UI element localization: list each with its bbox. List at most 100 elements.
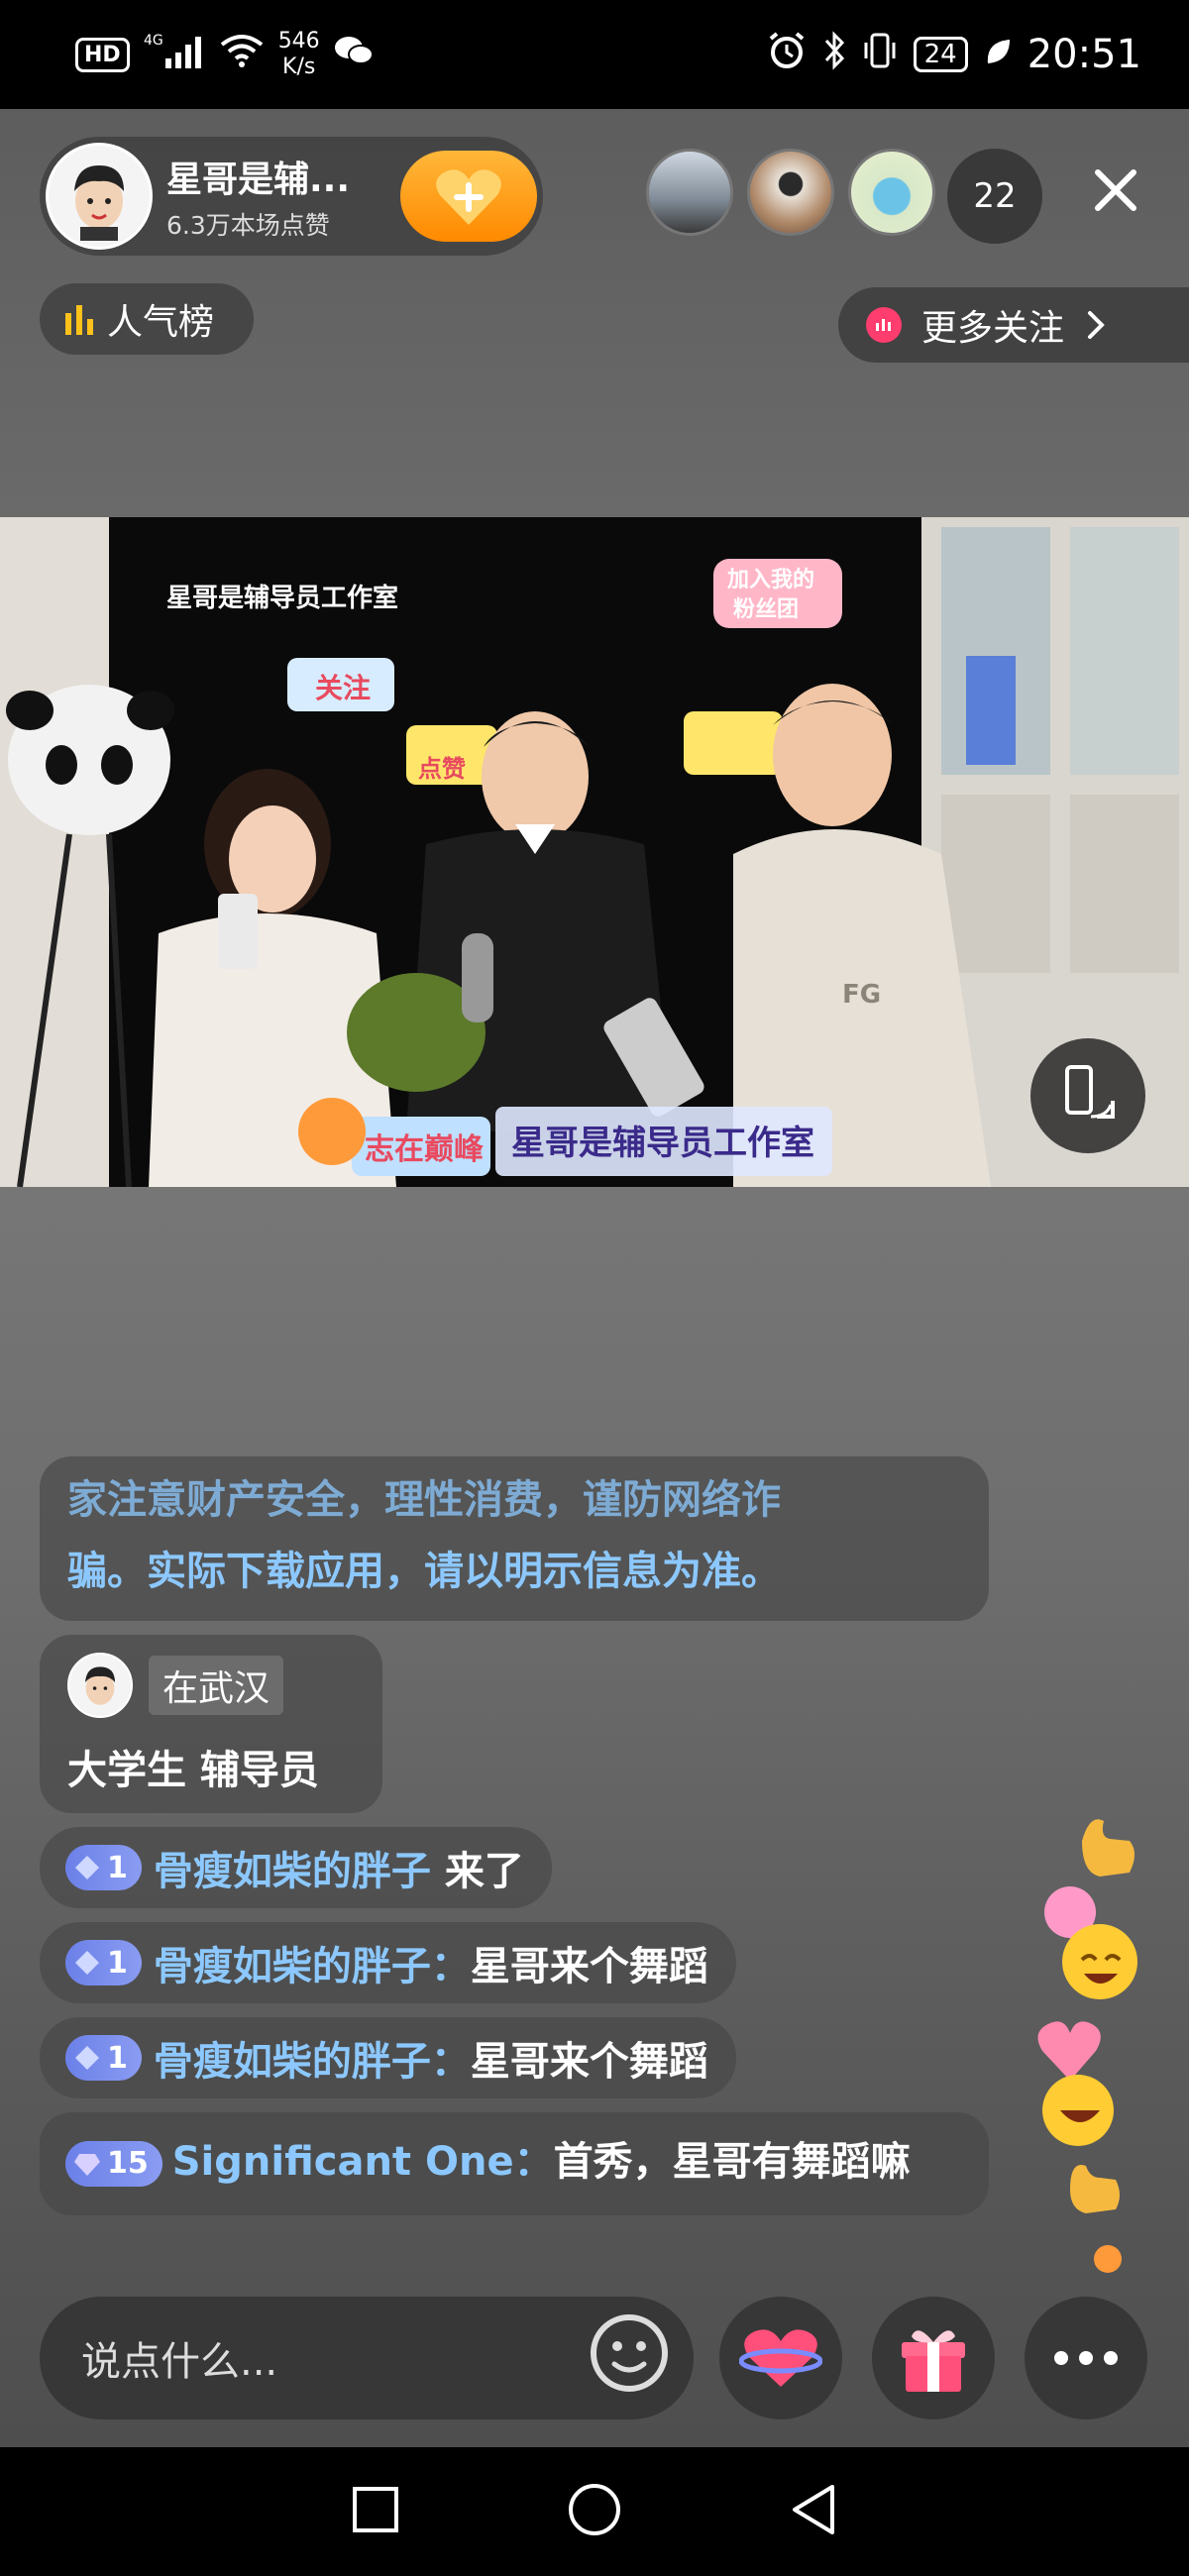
level-badge: 1 — [65, 1845, 142, 1890]
gift-icon — [902, 2330, 965, 2392]
status-left: HD 4G 546 K/s — [75, 29, 374, 80]
svg-text:星哥是辅导员工作室: 星哥是辅导员工作室 — [511, 1124, 814, 1163]
emoji-icon[interactable] — [589, 2312, 670, 2404]
chat-message-row: 1 骨瘦如柴的胖子 来了 — [40, 1813, 1030, 1908]
popularity-rank-button[interactable]: 人气榜 — [40, 283, 254, 355]
profile-bio: 大学生 辅导员 — [67, 1748, 319, 1793]
more-follow-button[interactable]: 更多关注 — [838, 287, 1189, 363]
more-icon — [1054, 2351, 1118, 2365]
heart-planet-icon — [739, 2329, 822, 2387]
net-speed-value: 546 — [277, 29, 320, 54]
chat-text: 首秀，星哥有舞蹈嘛 — [553, 2139, 911, 2185]
svg-text:关注: 关注 — [315, 672, 371, 704]
viewer-avatar[interactable] — [646, 149, 733, 236]
level-number: 1 — [107, 1850, 128, 1885]
streamer-profile-bubble[interactable]: 在武汉 大学生 辅导员 — [40, 1635, 382, 1813]
net-speed: 546 K/s — [278, 29, 320, 80]
rotate-screen-icon — [1065, 1065, 1115, 1119]
gift-button[interactable] — [872, 2297, 995, 2419]
net-speed-unit: K/s — [282, 54, 316, 79]
more-follow-label: 更多关注 — [921, 308, 1065, 349]
level-number: 15 — [107, 2146, 149, 2181]
streamer-avatar[interactable] — [46, 143, 153, 250]
live-dot-icon — [866, 307, 902, 343]
chat-message[interactable]: 1 骨瘦如柴的胖子：星哥来个舞蹈 — [40, 2017, 736, 2098]
heart-bubble-icon — [1094, 2245, 1122, 2273]
svg-text:加入我的: 加入我的 — [726, 567, 814, 592]
level-badge: 1 — [65, 1940, 142, 1986]
level-badge: 1 — [65, 2035, 142, 2081]
streamer-name: 星哥是辅... — [166, 160, 351, 200]
heart-plus-icon — [436, 169, 501, 225]
level-number: 1 — [107, 2040, 128, 2076]
status-bar: HD 4G 546 K/s 24 20:51 — [0, 0, 1189, 109]
video-frame: 星哥是辅导员工作室 关注 点赞 加入我的 粉丝团 FG 星哥是辅导员工作室 志在… — [0, 517, 1189, 1187]
location-tag: 在武汉 — [149, 1656, 284, 1715]
notice-line: 骗。实际下载应用，请以明示信息为准。 — [67, 1549, 781, 1594]
level-badge: 15 — [65, 2141, 162, 2187]
svg-text:FG: FG — [842, 980, 881, 1010]
signal-icon: 4G — [144, 31, 205, 79]
viewer-count[interactable]: 22 — [947, 149, 1042, 244]
streamer-card[interactable]: 星哥是辅... 6.3万本场点赞 — [40, 137, 543, 256]
viewer-avatar[interactable] — [747, 149, 834, 236]
chat-username[interactable]: 骨瘦如柴的胖子 — [154, 1944, 431, 1989]
chat-text: 来了 — [444, 1849, 524, 1894]
chat-username[interactable]: 骨瘦如柴的胖子 — [154, 2039, 431, 2085]
chat-separator — [431, 1849, 445, 1894]
streamer-info: 星哥是辅... 6.3万本场点赞 — [166, 151, 400, 242]
alarm-icon — [767, 31, 807, 79]
back-nav-icon[interactable] — [789, 2483, 838, 2540]
rank-label: 人气榜 — [107, 302, 215, 343]
rotate-screen-button[interactable] — [1030, 1038, 1145, 1153]
chat-username[interactable]: 骨瘦如柴的胖子 — [154, 1849, 431, 1894]
bar-chart-icon — [65, 305, 93, 335]
bluetooth-icon — [822, 30, 846, 79]
square-nav-icon[interactable] — [351, 2485, 400, 2538]
svg-text:星哥是辅导员工作室: 星哥是辅导员工作室 — [166, 583, 398, 613]
comment-input[interactable]: 说点什么... — [40, 2297, 694, 2419]
system-nav-bar — [0, 2447, 1189, 2576]
close-button[interactable] — [1084, 159, 1147, 222]
diamond-icon — [75, 2046, 99, 2070]
clock: 20:51 — [1027, 32, 1141, 77]
laughing-emoji-icon — [1062, 1924, 1137, 1999]
chat-message-row: 1 骨瘦如柴的胖子：星哥来个舞蹈 — [40, 1908, 1030, 2003]
diamond-icon — [75, 1951, 99, 1975]
svg-text:志在巅峰: 志在巅峰 — [365, 1132, 484, 1167]
chat-list[interactable]: 家注意财产安全，理性消费，谨防网络诈 骗。实际下载应用，请以明示信息为准。 在武… — [40, 1456, 1030, 2215]
status-right: 24 20:51 — [767, 30, 1141, 79]
wechat-icon — [334, 33, 374, 76]
wifi-icon — [219, 33, 265, 77]
live-video[interactable]: 星哥是辅导员工作室 关注 点赞 加入我的 粉丝团 FG 星哥是辅导员工作室 志在… — [0, 517, 1189, 1187]
chat-separator: ： — [430, 1944, 471, 1989]
comment-placeholder: 说点什么... — [81, 2339, 278, 2385]
diamond-icon — [75, 1856, 99, 1879]
follow-heart-button[interactable] — [400, 151, 537, 242]
viewer-avatar[interactable] — [848, 149, 935, 236]
thumbs-up-icon — [1070, 2165, 1120, 2213]
hd-badge-icon: HD — [75, 37, 130, 72]
system-notice: 家注意财产安全，理性消费，谨防网络诈 骗。实际下载应用，请以明示信息为准。 — [40, 1456, 989, 1621]
close-icon — [1095, 169, 1136, 211]
chat-separator: ： — [513, 2139, 554, 2185]
chat-message[interactable]: 1 骨瘦如柴的胖子 来了 — [40, 1827, 552, 1908]
svg-text:4G: 4G — [144, 33, 163, 49]
profile-avatar[interactable] — [67, 1653, 133, 1718]
svg-text:粉丝团: 粉丝团 — [733, 596, 799, 622]
chat-text: 星哥来个舞蹈 — [470, 2039, 708, 2085]
chat-text: 星哥来个舞蹈 — [470, 1944, 708, 1989]
notice-line: 家注意财产安全，理性消费，谨防网络诈 — [67, 1477, 781, 1523]
gem-icon — [74, 2154, 100, 2176]
floating-reactions — [1030, 1813, 1149, 2279]
more-button[interactable] — [1025, 2297, 1147, 2419]
heart-icon — [1037, 2021, 1101, 2081]
like-button[interactable] — [719, 2297, 842, 2419]
chat-message[interactable]: 15 Significant One：首秀，星哥有舞蹈嘛 — [40, 2112, 989, 2215]
thumbs-up-icon — [1082, 1819, 1135, 1877]
chat-username[interactable]: Significant One — [172, 2139, 514, 2185]
chat-message[interactable]: 1 骨瘦如柴的胖子：星哥来个舞蹈 — [40, 1922, 736, 2003]
reaction-emojis — [1037, 1819, 1137, 2273]
circle-nav-icon[interactable] — [567, 2482, 622, 2541]
chat-separator: ： — [430, 2039, 471, 2085]
